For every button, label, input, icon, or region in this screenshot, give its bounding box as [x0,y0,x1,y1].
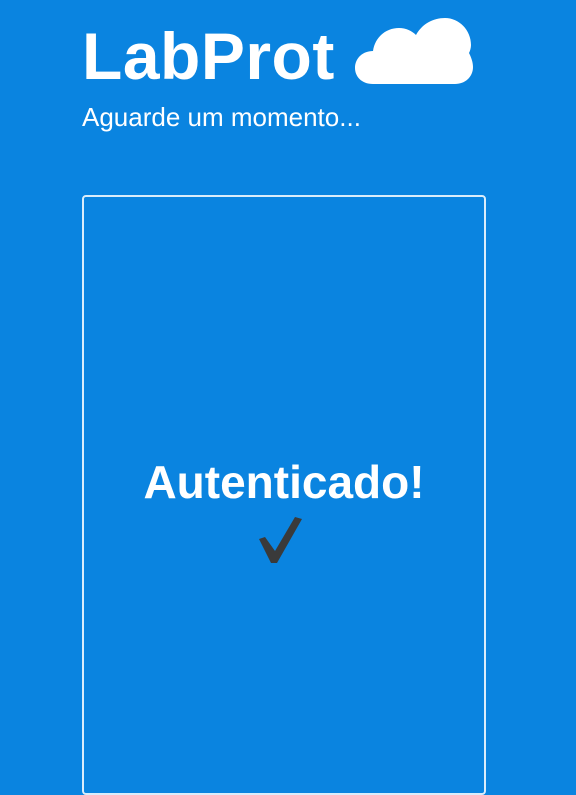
app-header: LabProt Aguarde um momento... [82,14,502,133]
cloud-icon [354,18,473,84]
app-title: LabProt [82,19,335,93]
checkmark-icon [259,517,302,563]
auth-panel: Autenticado! [82,195,486,795]
auth-status-text: Autenticado! [143,456,425,508]
loading-subtitle: Aguarde um momento... [82,102,361,132]
brand-row: LabProt [82,14,502,98]
